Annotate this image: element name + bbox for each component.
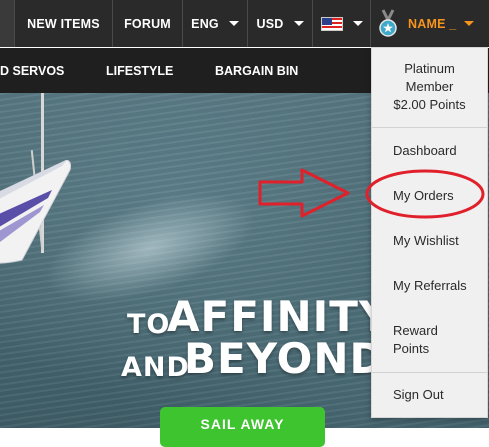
menu-item-my-wishlist[interactable]: My Wishlist: [393, 233, 459, 248]
language-selector[interactable]: ENG: [182, 0, 247, 47]
menu-item-sign-out[interactable]: Sign Out: [393, 387, 444, 402]
user-name: NAME _: [408, 16, 457, 31]
nav-lifestyle[interactable]: LIFESTYLE: [106, 48, 173, 93]
nav-forum[interactable]: FORUM: [112, 0, 182, 47]
currency-label: USD: [256, 16, 284, 31]
currency-selector[interactable]: USD: [247, 0, 312, 47]
hero-word-beyond: BEYOND: [184, 334, 386, 383]
menu-divider: [372, 127, 487, 128]
chevron-down-icon: [352, 21, 363, 26]
chevron-down-icon: [464, 21, 475, 26]
nav-bargain-bin[interactable]: BARGAIN BIN: [215, 48, 298, 93]
nav-new-items-label: NEW ITEMS: [27, 16, 100, 31]
sail-away-label: SAIL AWAY: [200, 416, 285, 432]
sailboat-hull-image: [0, 160, 72, 264]
nav-servos-label: D SERVOS: [0, 63, 65, 78]
menu-item-my-orders[interactable]: My Orders: [393, 188, 454, 203]
nav-bargain-bin-label: BARGAIN BIN: [215, 63, 299, 78]
points-balance: $2.00 Points: [393, 97, 466, 112]
chevron-down-icon: [228, 21, 239, 26]
membership-info: Platinum Member $2.00 Points: [372, 60, 487, 114]
nav-lifestyle-label: LIFESTYLE: [106, 63, 174, 78]
nav-servos[interactable]: D SERVOS: [0, 48, 64, 93]
user-menu-toggle[interactable]: NAME _: [370, 0, 489, 47]
hero-word-and: AND: [121, 352, 190, 383]
nav-new-items[interactable]: NEW ITEMS: [14, 0, 112, 47]
menu-item-my-referrals[interactable]: My Referrals: [393, 278, 467, 293]
chevron-down-icon: [293, 21, 304, 26]
membership-tier-line1: Platinum: [404, 61, 455, 76]
us-flag-icon: [320, 16, 343, 31]
country-selector[interactable]: [312, 0, 370, 47]
nav-forum-label: FORUM: [124, 16, 171, 31]
menu-item-reward-points-line2[interactable]: Points: [393, 341, 429, 356]
menu-divider: [372, 372, 487, 373]
medal-icon: [379, 8, 397, 37]
user-dropdown-menu: Platinum Member $2.00 Points Dashboard M…: [371, 47, 488, 418]
menu-item-reward-points-line1[interactable]: Reward: [393, 323, 438, 338]
membership-tier-line2: Member: [405, 79, 454, 94]
language-label: ENG: [191, 16, 219, 31]
sail-away-button[interactable]: SAIL AWAY: [160, 407, 325, 447]
menu-item-dashboard[interactable]: Dashboard: [393, 143, 457, 158]
top-nav-left-edge: [0, 0, 14, 47]
hero-word-to: TO: [127, 309, 171, 340]
